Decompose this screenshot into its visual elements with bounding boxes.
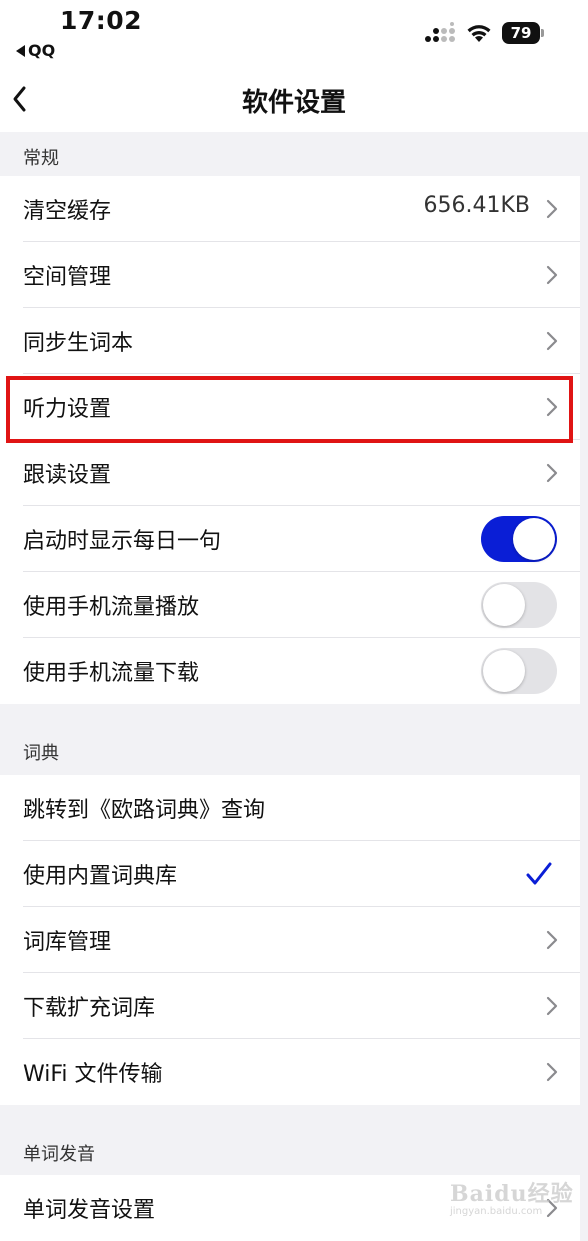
- settings-row-space-manage[interactable]: 空间管理: [0, 242, 580, 308]
- row-label: 跳转到《欧路词典》查询: [23, 798, 266, 823]
- chevron-right-icon: [546, 1062, 558, 1082]
- daily-sentence-toggle[interactable]: [481, 516, 557, 562]
- toggle-knob: [513, 518, 555, 560]
- row-label: 清空缓存: [23, 199, 112, 224]
- status-icons: 79: [424, 22, 544, 44]
- settings-row-follow-read-settings[interactable]: 跟读设置: [0, 440, 580, 506]
- section-header-label: 单词发音: [23, 1144, 95, 1165]
- row-label: 听力设置: [23, 397, 112, 422]
- back-app-name: QQ: [28, 41, 56, 60]
- chevron-right-icon: [546, 1198, 558, 1218]
- section-header-dictionary: 词典: [0, 704, 588, 775]
- row-label: 跟读设置: [23, 463, 112, 488]
- section-header-label: 词典: [23, 743, 59, 764]
- row-label: 启动时显示每日一句: [23, 529, 222, 554]
- chevron-right-icon: [546, 331, 558, 351]
- settings-row-jump-eudic[interactable]: 跳转到《欧路词典》查询: [0, 775, 580, 841]
- toggle-knob: [483, 650, 525, 692]
- mobile-data-play-toggle[interactable]: [481, 582, 557, 628]
- navigation-bar: 软件设置: [0, 66, 588, 132]
- toggle-knob: [483, 584, 525, 626]
- row-label: 空间管理: [23, 265, 112, 290]
- wifi-icon: [467, 25, 491, 42]
- mobile-data-download-toggle[interactable]: [481, 648, 557, 694]
- row-label: 下载扩充词库: [23, 996, 156, 1021]
- row-label: 使用手机流量下载: [23, 661, 200, 686]
- cache-size-value: 656.41KB: [423, 193, 531, 218]
- row-label: 单词发音设置: [23, 1198, 156, 1223]
- settings-row-wifi-transfer[interactable]: WiFi 文件传输: [0, 1039, 580, 1105]
- section-header-general: 常规: [0, 132, 588, 176]
- battery-level: 79: [502, 22, 540, 44]
- settings-row-mobile-data-play: 使用手机流量播放: [0, 572, 580, 638]
- section-header-label: 常规: [23, 148, 59, 169]
- section-header-pronunciation: 单词发音: [0, 1105, 588, 1175]
- battery-tip: [541, 29, 544, 37]
- settings-row-dict-manage[interactable]: 词库管理: [0, 907, 580, 973]
- checkmark-icon: [526, 862, 552, 885]
- settings-row-listening-settings[interactable]: 听力设置: [0, 374, 580, 440]
- chevron-right-icon: [546, 199, 558, 219]
- cellular-signal-icon: [425, 22, 455, 42]
- back-triangle-icon: [16, 44, 25, 57]
- row-label: 使用手机流量播放: [23, 595, 200, 620]
- row-label: WiFi 文件传输: [23, 1062, 163, 1087]
- page-title: 软件设置: [241, 88, 346, 118]
- settings-row-download-dict[interactable]: 下载扩充词库: [0, 973, 580, 1039]
- battery-icon: 79: [502, 22, 544, 44]
- chevron-right-icon: [546, 463, 558, 483]
- settings-row-pronunciation-settings[interactable]: 单词发音设置: [0, 1175, 580, 1241]
- chevron-right-icon: [546, 397, 558, 417]
- settings-row-clear-cache[interactable]: 清空缓存 656.41KB: [0, 176, 580, 242]
- row-label: 同步生词本: [23, 331, 134, 356]
- row-label: 使用内置词典库: [23, 864, 178, 889]
- settings-row-sync-wordbook[interactable]: 同步生词本: [0, 308, 580, 374]
- status-time: 17:02: [60, 6, 143, 35]
- settings-row-show-daily-sentence: 启动时显示每日一句: [0, 506, 580, 572]
- back-to-app-link[interactable]: QQ: [16, 41, 55, 60]
- chevron-right-icon: [546, 996, 558, 1016]
- settings-row-mobile-data-download: 使用手机流量下载: [0, 638, 580, 704]
- chevron-right-icon: [546, 265, 558, 285]
- settings-row-builtin-dict[interactable]: 使用内置词典库: [0, 841, 580, 907]
- status-bar: 17:02 QQ 79: [0, 0, 588, 66]
- chevron-right-icon: [546, 930, 558, 950]
- row-label: 词库管理: [23, 930, 112, 955]
